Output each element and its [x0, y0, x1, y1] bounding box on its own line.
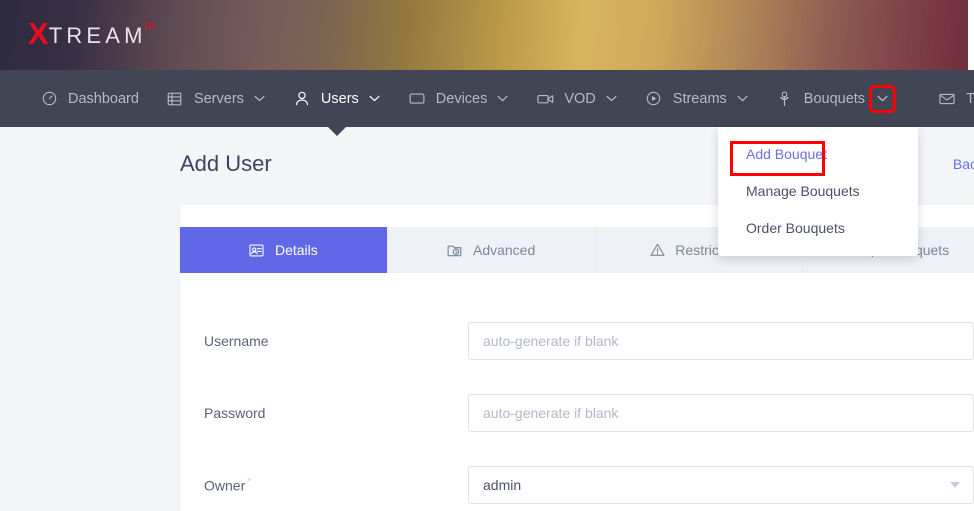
field-owner	[468, 466, 974, 504]
dashboard-icon	[39, 91, 59, 107]
nav-label-servers: Servers	[193, 90, 244, 107]
nav-label-vod: VOD	[564, 90, 596, 107]
nav-label-bouquets: Bouquets	[803, 90, 866, 107]
dropdown-item-manage-bouquets[interactable]: Manage Bouquets	[718, 172, 918, 209]
owner-select[interactable]	[468, 466, 974, 504]
chevron-down-icon-devices[interactable]	[496, 92, 509, 105]
device-icon	[407, 91, 427, 107]
required-marker: *	[247, 476, 252, 489]
form-row-owner: Owner *	[180, 449, 974, 511]
play-circle-icon	[644, 91, 664, 107]
tab-advanced[interactable]: Advanced	[388, 227, 596, 273]
details-icon	[249, 242, 265, 258]
header-right-strip	[968, 0, 974, 70]
username-input[interactable]	[468, 322, 974, 360]
tab-label-details: Details	[274, 242, 318, 258]
logo-x-mark: X	[28, 16, 49, 51]
nav-item-devices[interactable]: Devices	[394, 70, 523, 127]
servers-icon	[165, 91, 185, 107]
nav-item-streams[interactable]: Streams	[631, 70, 762, 127]
chevron-down-icon-vod[interactable]	[605, 92, 618, 105]
nav-item-servers[interactable]: Servers	[152, 70, 279, 127]
nav-label-streams: Streams	[672, 90, 727, 107]
envelope-icon	[937, 91, 957, 107]
dropdown-item-add-bouquet[interactable]: Add Bouquet	[718, 135, 918, 172]
chevron-down-icon-users[interactable]	[368, 92, 381, 105]
tab-details[interactable]: Details	[180, 227, 388, 273]
user-form: Username Password Owner*	[180, 273, 974, 511]
field-username	[468, 322, 974, 360]
video-icon	[535, 91, 555, 107]
back-to-users-link[interactable]: Back to Users	[953, 156, 974, 172]
field-password	[468, 394, 974, 432]
active-nav-pointer	[328, 127, 346, 136]
label-password: Password	[204, 405, 266, 421]
label-owner-text: Owner	[204, 477, 246, 494]
nav-item-bouquets[interactable]: Bouquets	[762, 70, 904, 127]
nav-item-tickets[interactable]: Tickets	[924, 70, 974, 127]
nav-item-vod[interactable]: VOD	[522, 70, 630, 127]
form-row-password: Password	[180, 377, 974, 449]
page-title: Add User	[180, 151, 272, 176]
nav-label-users: Users	[320, 90, 359, 107]
bouquets-dropdown-menu: Add Bouquet Manage Bouquets Order Bouque…	[718, 127, 918, 256]
chevron-down-icon-bouquets[interactable]	[869, 84, 897, 113]
logo-superscript: UI	[144, 21, 155, 31]
main-navbar: Dashboard Servers Users Devices VOD Stre…	[0, 70, 974, 127]
page-left-rail	[0, 127, 180, 511]
owner-select-wrap	[468, 466, 974, 504]
tab-label-advanced: Advanced	[472, 242, 536, 258]
user-icon	[292, 91, 312, 107]
warning-icon	[649, 242, 665, 258]
dropdown-item-order-bouquets[interactable]: Order Bouquets	[718, 209, 918, 246]
form-row-username: Username	[180, 305, 974, 377]
nav-item-dashboard[interactable]: Dashboard	[26, 70, 152, 127]
brand-header: X TREAM UI	[0, 0, 968, 70]
password-input[interactable]	[468, 394, 974, 432]
app-window: X TREAM UI Dashboard Servers Users Devic…	[0, 0, 974, 511]
chevron-down-icon-streams[interactable]	[736, 92, 749, 105]
nav-label-dashboard: Dashboard	[68, 90, 139, 107]
logo-wordmark: TREAM	[48, 23, 147, 48]
label-username: Username	[204, 333, 269, 349]
bouquet-icon	[775, 90, 795, 107]
chevron-down-icon-servers[interactable]	[253, 92, 266, 105]
label-owner: Owner *	[180, 476, 468, 494]
nav-label-devices: Devices	[435, 90, 488, 107]
nav-label-tickets: Tickets	[966, 90, 974, 107]
advanced-icon	[447, 242, 463, 258]
xtream-logo[interactable]: X TREAM UI	[28, 16, 155, 51]
nav-item-users[interactable]: Users	[279, 70, 394, 127]
